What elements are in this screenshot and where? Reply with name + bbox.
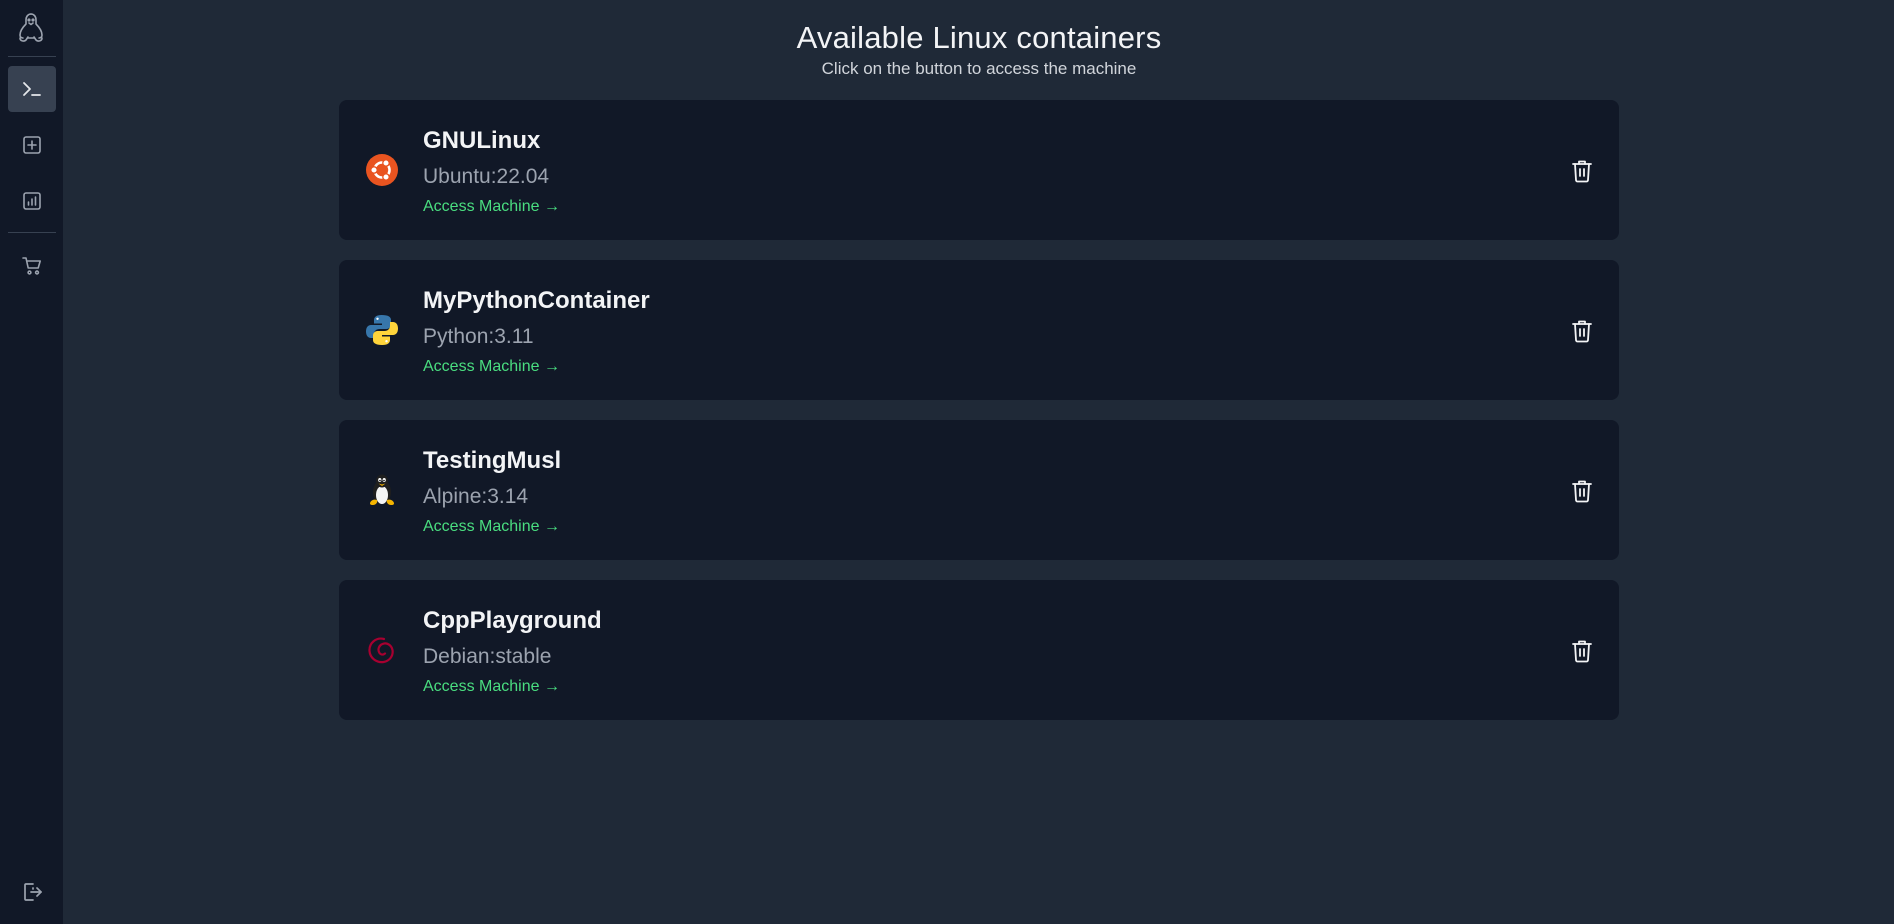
access-machine-link[interactable]: Access Machine → xyxy=(423,197,560,217)
access-machine-link[interactable]: Access Machine → xyxy=(423,677,560,697)
delete-button[interactable] xyxy=(1567,156,1597,186)
container-image: Alpine:3.14 xyxy=(423,485,529,508)
container-name: GNULinux xyxy=(423,127,541,154)
sidebar-item-logout[interactable] xyxy=(8,869,56,915)
plus-square-icon xyxy=(23,136,41,154)
container-image: Python:3.11 xyxy=(423,325,534,348)
page-header: Available Linux containers Click on the … xyxy=(64,18,1894,79)
sidebar-item-store[interactable] xyxy=(8,243,56,289)
container-image: Ubuntu:22.04 xyxy=(423,165,550,188)
container-card: TestingMusl Alpine:3.14 Access Machine → xyxy=(339,420,1619,560)
cart-icon xyxy=(22,257,41,275)
debian-logo-icon xyxy=(365,632,399,668)
sidebar-item-terminal[interactable] xyxy=(8,66,56,112)
access-machine-link[interactable]: Access Machine → xyxy=(423,517,560,537)
page-title: Available Linux containers xyxy=(796,20,1162,55)
tux-logo-icon xyxy=(365,472,399,508)
trash-icon xyxy=(1572,320,1592,343)
trash-icon xyxy=(1572,640,1592,663)
page-subtitle: Click on the button to access the machin… xyxy=(821,59,1137,78)
container-name: MyPythonContainer xyxy=(423,287,650,314)
app-root: Available Linux containers Click on the … xyxy=(0,0,1894,924)
sidebar-divider xyxy=(8,232,56,233)
sidebar-item-add[interactable] xyxy=(8,122,56,168)
sidebar-divider xyxy=(8,56,56,57)
ubuntu-logo-icon xyxy=(365,152,399,188)
sidebar-item-stats[interactable] xyxy=(8,178,56,224)
container-card: GNULinux Ubuntu:22.04 Access Machine → xyxy=(339,100,1619,240)
access-machine-link[interactable]: Access Machine → xyxy=(423,357,560,377)
delete-button[interactable] xyxy=(1567,476,1597,506)
container-name: TestingMusl xyxy=(423,447,562,474)
python-logo-icon xyxy=(365,312,399,348)
terminal-icon xyxy=(23,82,41,96)
tux-outline-logo-icon[interactable] xyxy=(14,10,48,46)
trash-icon xyxy=(1572,160,1592,183)
delete-button[interactable] xyxy=(1567,316,1597,346)
container-card: CppPlayground Debian:stable Access Machi… xyxy=(339,580,1619,720)
bar-chart-icon xyxy=(23,192,41,210)
container-image: Debian:stable xyxy=(423,645,552,668)
container-card: MyPythonContainer Python:3.11 Access Mac… xyxy=(339,260,1619,400)
delete-button[interactable] xyxy=(1567,636,1597,666)
trash-icon xyxy=(1572,480,1592,503)
sidebar xyxy=(0,0,64,924)
logout-icon xyxy=(24,883,42,901)
container-name: CppPlayground xyxy=(423,607,602,634)
